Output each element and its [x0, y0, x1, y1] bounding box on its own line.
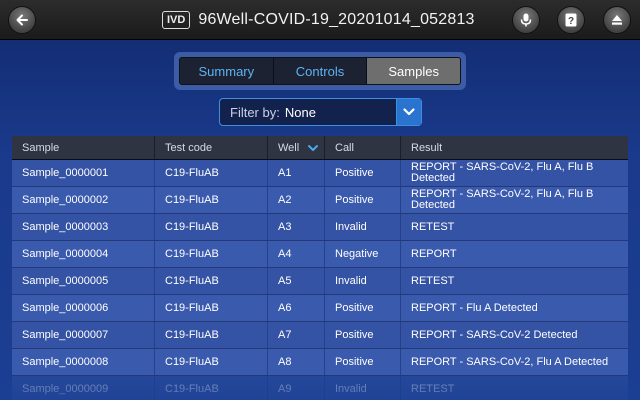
cell-test-code: C19-FluAB — [155, 349, 268, 375]
view-tabs: Summary Controls Samples — [174, 52, 466, 90]
table-row[interactable]: Sample_0000006 C19-FluAB A6 Positive REPORT … — [12, 295, 628, 322]
table-row[interactable]: Sample_0000004 C19-FluAB A4 Negative REPORT — [12, 241, 628, 268]
cell-well: A8 — [268, 349, 325, 375]
column-header-result[interactable]: Result — [401, 136, 628, 159]
filter-value: None — [284, 104, 316, 120]
table-row[interactable]: Sample_0000009 C19-FluAB A9 Invalid RETEST — [12, 376, 628, 400]
eject-icon — [612, 15, 622, 25]
cell-call: Invalid — [325, 214, 401, 240]
column-header-sample[interactable]: Sample — [12, 136, 155, 159]
help-button[interactable]: ? — [557, 6, 585, 34]
cell-result: REPORT - SARS-CoV-2 Detected — [411, 328, 578, 341]
back-button[interactable] — [8, 6, 36, 34]
column-header-call[interactable]: Call — [325, 136, 401, 159]
cell-result: RETEST — [411, 382, 455, 395]
svg-text:?: ? — [568, 16, 574, 27]
cell-call: Invalid — [325, 376, 401, 400]
cell-sample: Sample_0000007 — [12, 322, 155, 348]
cell-result: REPORT — [411, 247, 457, 260]
filter-dropdown-button[interactable] — [396, 99, 421, 125]
table-row[interactable]: Sample_0000005 C19-FluAB A5 Invalid RETEST — [12, 268, 628, 295]
cell-well: A2 — [268, 187, 325, 213]
cell-result: REPORT - SARS-CoV-2, Flu A Detected — [411, 355, 609, 368]
cell-sample: Sample_0000005 — [12, 268, 155, 294]
column-header-test-code[interactable]: Test code — [155, 136, 268, 159]
cell-call: Positive — [325, 160, 401, 186]
cell-result: RETEST — [411, 220, 455, 233]
cell-call: Positive — [325, 295, 401, 321]
column-header-well-label: Well — [278, 141, 300, 154]
cell-sample: Sample_0000004 — [12, 241, 155, 267]
samples-table: Sample Test code Well Call Result Sample… — [12, 136, 628, 400]
microphone-icon — [520, 13, 532, 27]
tab-samples[interactable]: Samples — [367, 58, 460, 84]
cell-sample: Sample_0000002 — [12, 187, 155, 213]
cell-well: A7 — [268, 322, 325, 348]
cell-test-code: C19-FluAB — [155, 187, 268, 213]
cell-sample: Sample_0000003 — [12, 214, 155, 240]
tab-controls[interactable]: Controls — [274, 58, 368, 84]
cell-result: REPORT - SARS-CoV-2, Flu A, Flu B Detect… — [411, 188, 594, 211]
top-bar: IVD 96Well-COVID-19_20201014_052813 ? — [0, 0, 640, 40]
cell-well: A9 — [268, 376, 325, 400]
table-row[interactable]: Sample_0000008 C19-FluAB A8 Positive REPORT … — [12, 349, 628, 376]
cell-well: A3 — [268, 214, 325, 240]
sort-chevron-down-icon — [308, 144, 319, 151]
table-body: Sample_0000001 C19-FluAB A1 Positive REPORT … — [12, 160, 628, 400]
cell-well: A1 — [268, 160, 325, 186]
cell-call: Invalid — [325, 268, 401, 294]
table-row[interactable]: Sample_0000007 C19-FluAB A7 Positive REPORT … — [12, 322, 628, 349]
cell-test-code: C19-FluAB — [155, 268, 268, 294]
chevron-down-icon — [403, 108, 415, 116]
microphone-button[interactable] — [512, 6, 540, 34]
cell-test-code: C19-FluAB — [155, 376, 268, 400]
cell-result: RETEST — [411, 274, 455, 287]
table-row[interactable]: Sample_0000003 C19-FluAB A3 Invalid RETEST — [12, 214, 628, 241]
cell-result: REPORT - SARS-CoV-2, Flu A, Flu B Detect… — [411, 161, 594, 184]
cell-sample: Sample_0000006 — [12, 295, 155, 321]
tab-bar: Summary Controls Samples — [179, 57, 461, 85]
cell-well: A5 — [268, 268, 325, 294]
cell-sample: Sample_0000001 — [12, 160, 155, 186]
cell-test-code: C19-FluAB — [155, 295, 268, 321]
cell-test-code: C19-FluAB — [155, 241, 268, 267]
cell-call: Positive — [325, 349, 401, 375]
tab-summary[interactable]: Summary — [180, 58, 274, 84]
back-arrow-icon — [16, 14, 28, 26]
column-header-well[interactable]: Well — [268, 136, 325, 159]
cell-well: A4 — [268, 241, 325, 267]
cell-result: REPORT - Flu A Detected — [411, 301, 538, 314]
table-row[interactable]: Sample_0000002 C19-FluAB A2 Positive REPORT … — [12, 187, 628, 214]
table-row[interactable]: Sample_0000001 C19-FluAB A1 Positive REPORT … — [12, 160, 628, 187]
table-header: Sample Test code Well Call Result — [12, 136, 628, 160]
filter-dropdown[interactable]: Filter by: None — [219, 98, 422, 126]
cell-call: Negative — [325, 241, 401, 267]
cell-test-code: C19-FluAB — [155, 160, 268, 186]
page-title: 96Well-COVID-19_20201014_052813 — [198, 11, 475, 28]
cell-well: A6 — [268, 295, 325, 321]
title-area: IVD 96Well-COVID-19_20201014_052813 — [162, 9, 475, 31]
cell-call: Positive — [325, 322, 401, 348]
filter-label: Filter by: — [230, 104, 280, 120]
cell-call: Positive — [325, 187, 401, 213]
ivd-badge: IVD — [162, 11, 191, 29]
cell-test-code: C19-FluAB — [155, 214, 268, 240]
eject-button[interactable] — [603, 6, 631, 34]
help-icon: ? — [565, 13, 577, 27]
cell-test-code: C19-FluAB — [155, 322, 268, 348]
cell-sample: Sample_0000009 — [12, 376, 155, 400]
cell-sample: Sample_0000008 — [12, 349, 155, 375]
